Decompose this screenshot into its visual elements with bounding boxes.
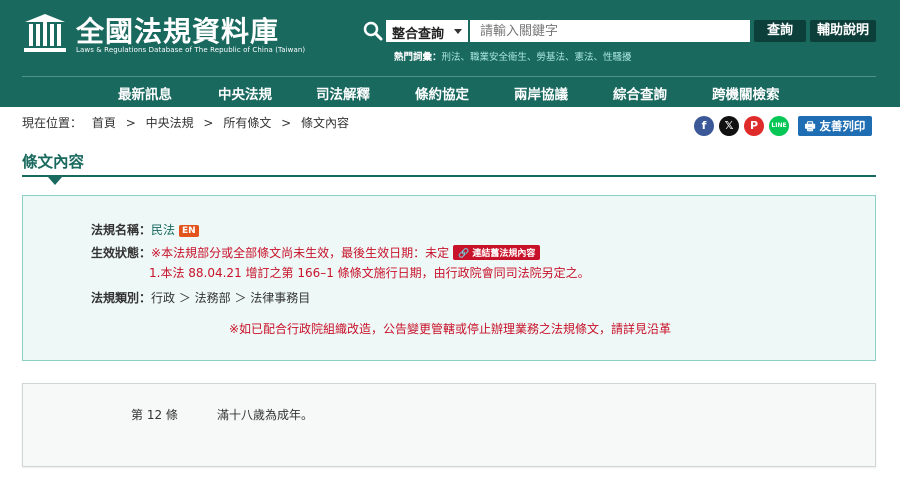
category-value[interactable]: 行政 ＞ 法務部 ＞ 法律事務目 xyxy=(151,291,310,305)
nav-item-cross-strait[interactable]: 兩岸協議 xyxy=(514,83,568,103)
title-divider xyxy=(22,175,876,177)
old-law-link-label: 連結舊法規內容 xyxy=(472,249,536,259)
search-icon xyxy=(363,21,383,41)
link-icon: 🔗 xyxy=(458,249,473,259)
x-share-icon[interactable]: 𝕏 xyxy=(719,116,739,136)
nav-item-central-laws[interactable]: 中央法規 xyxy=(218,83,272,103)
hot-keywords-links[interactable]: 刑法、職業安全衛生、勞基法、憲法、性騷擾 xyxy=(442,52,632,63)
english-version-badge[interactable]: EN xyxy=(179,225,199,237)
site-subtitle: Laws & Regulations Database of The Repub… xyxy=(76,46,306,54)
help-button[interactable]: 輔助說明 xyxy=(810,20,876,42)
nav-item-cross-agency[interactable]: 跨機關檢索 xyxy=(712,83,780,103)
hot-keywords: 熱門詞彙：刑法、職業安全衛生、勞基法、憲法、性騷擾 xyxy=(394,49,632,63)
search-button[interactable]: 查詢 xyxy=(754,20,806,42)
breadcrumb: 現在位置： 首頁 > 中央法規 > 所有條文 > 條文內容 xyxy=(22,114,355,131)
breadcrumb-label: 現在位置： xyxy=(22,116,83,130)
breadcrumb-sep: > xyxy=(203,116,214,130)
page-title: 條文內容 xyxy=(22,153,85,171)
status-text: ※本法規部分或全部條文尚未生效，最後生效日期：未定 xyxy=(151,246,450,260)
print-label: 友善列印 xyxy=(819,119,866,133)
site-title: 全國法規資料庫 xyxy=(76,15,280,48)
main-nav: 最新訊息 中央法規 司法解釋 條約協定 兩岸協議 綜合查詢 跨機關檢索 xyxy=(22,76,876,107)
site-header: 全國法規資料庫 Laws & Regulations Database of T… xyxy=(0,0,900,107)
category-row: 法規類別：行政 ＞ 法務部 ＞ 法律事務目 xyxy=(91,289,310,306)
old-law-link-button[interactable]: 🔗 連結舊法規內容 xyxy=(453,245,541,260)
reorganization-notice: ※如已配合行政院組織改造，公告變更管轄或停止辦理業務之法規條文，請詳見沿革 xyxy=(228,322,672,336)
law-name-label: 法規名稱： xyxy=(91,223,152,237)
site-logo[interactable]: 全國法規資料庫 Laws & Regulations Database of T… xyxy=(22,10,322,60)
title-notch xyxy=(48,177,62,185)
nav-item-treaties[interactable]: 條約協定 xyxy=(415,83,469,103)
search-type-value: 整合查詢 xyxy=(392,27,445,42)
law-info-panel: 法規名稱：民法 EN 生效狀態：※本法規部分或全部條文尚未生效，最後生效日期：未定… xyxy=(22,195,876,361)
print-button[interactable]: 🖶 友善列印 xyxy=(798,116,872,136)
breadcrumb-sep: > xyxy=(281,116,292,130)
search-input[interactable] xyxy=(470,20,750,42)
nav-item-judicial[interactable]: 司法解釋 xyxy=(316,83,370,103)
search-type-select[interactable]: 整合查詢 xyxy=(386,20,468,42)
facebook-share-icon[interactable]: f xyxy=(694,116,714,136)
article-text: 滿十八歲為成年。 xyxy=(217,408,314,422)
nav-item-news[interactable]: 最新訊息 xyxy=(118,83,172,103)
article-panel: 第 12 條 滿十八歲為成年。 xyxy=(22,383,876,467)
plurk-share-icon[interactable]: P xyxy=(744,116,764,136)
category-label: 法規類別： xyxy=(91,291,152,305)
law-name-link[interactable]: 民法 xyxy=(151,223,175,237)
scales-of-justice-icon xyxy=(24,14,66,52)
breadcrumb-all-articles[interactable]: 所有條文 xyxy=(223,116,271,130)
article-number[interactable]: 第 12 條 xyxy=(131,406,178,423)
law-name-row: 法規名稱：民法 EN xyxy=(91,221,199,238)
breadcrumb-home[interactable]: 首頁 xyxy=(92,116,116,130)
nav-item-combined-search[interactable]: 綜合查詢 xyxy=(613,83,667,103)
status-row: 生效狀態：※本法規部分或全部條文尚未生效，最後生效日期：未定 🔗 連結舊法規內容 xyxy=(91,244,541,261)
status-note: 1.本法 88.04.21 增訂之第 166–1 條條文施行日期，由行政院會同司… xyxy=(149,266,590,280)
hot-keywords-label: 熱門詞彙： xyxy=(394,52,442,63)
status-label: 生效狀態： xyxy=(91,246,152,260)
breadcrumb-current: 條文內容 xyxy=(301,116,350,130)
breadcrumb-sep: > xyxy=(125,116,136,130)
breadcrumb-central-laws[interactable]: 中央法規 xyxy=(146,116,194,130)
chevron-down-icon xyxy=(454,29,462,34)
line-share-icon[interactable]: LINE xyxy=(769,116,789,136)
printer-icon: 🖶 xyxy=(804,119,820,133)
